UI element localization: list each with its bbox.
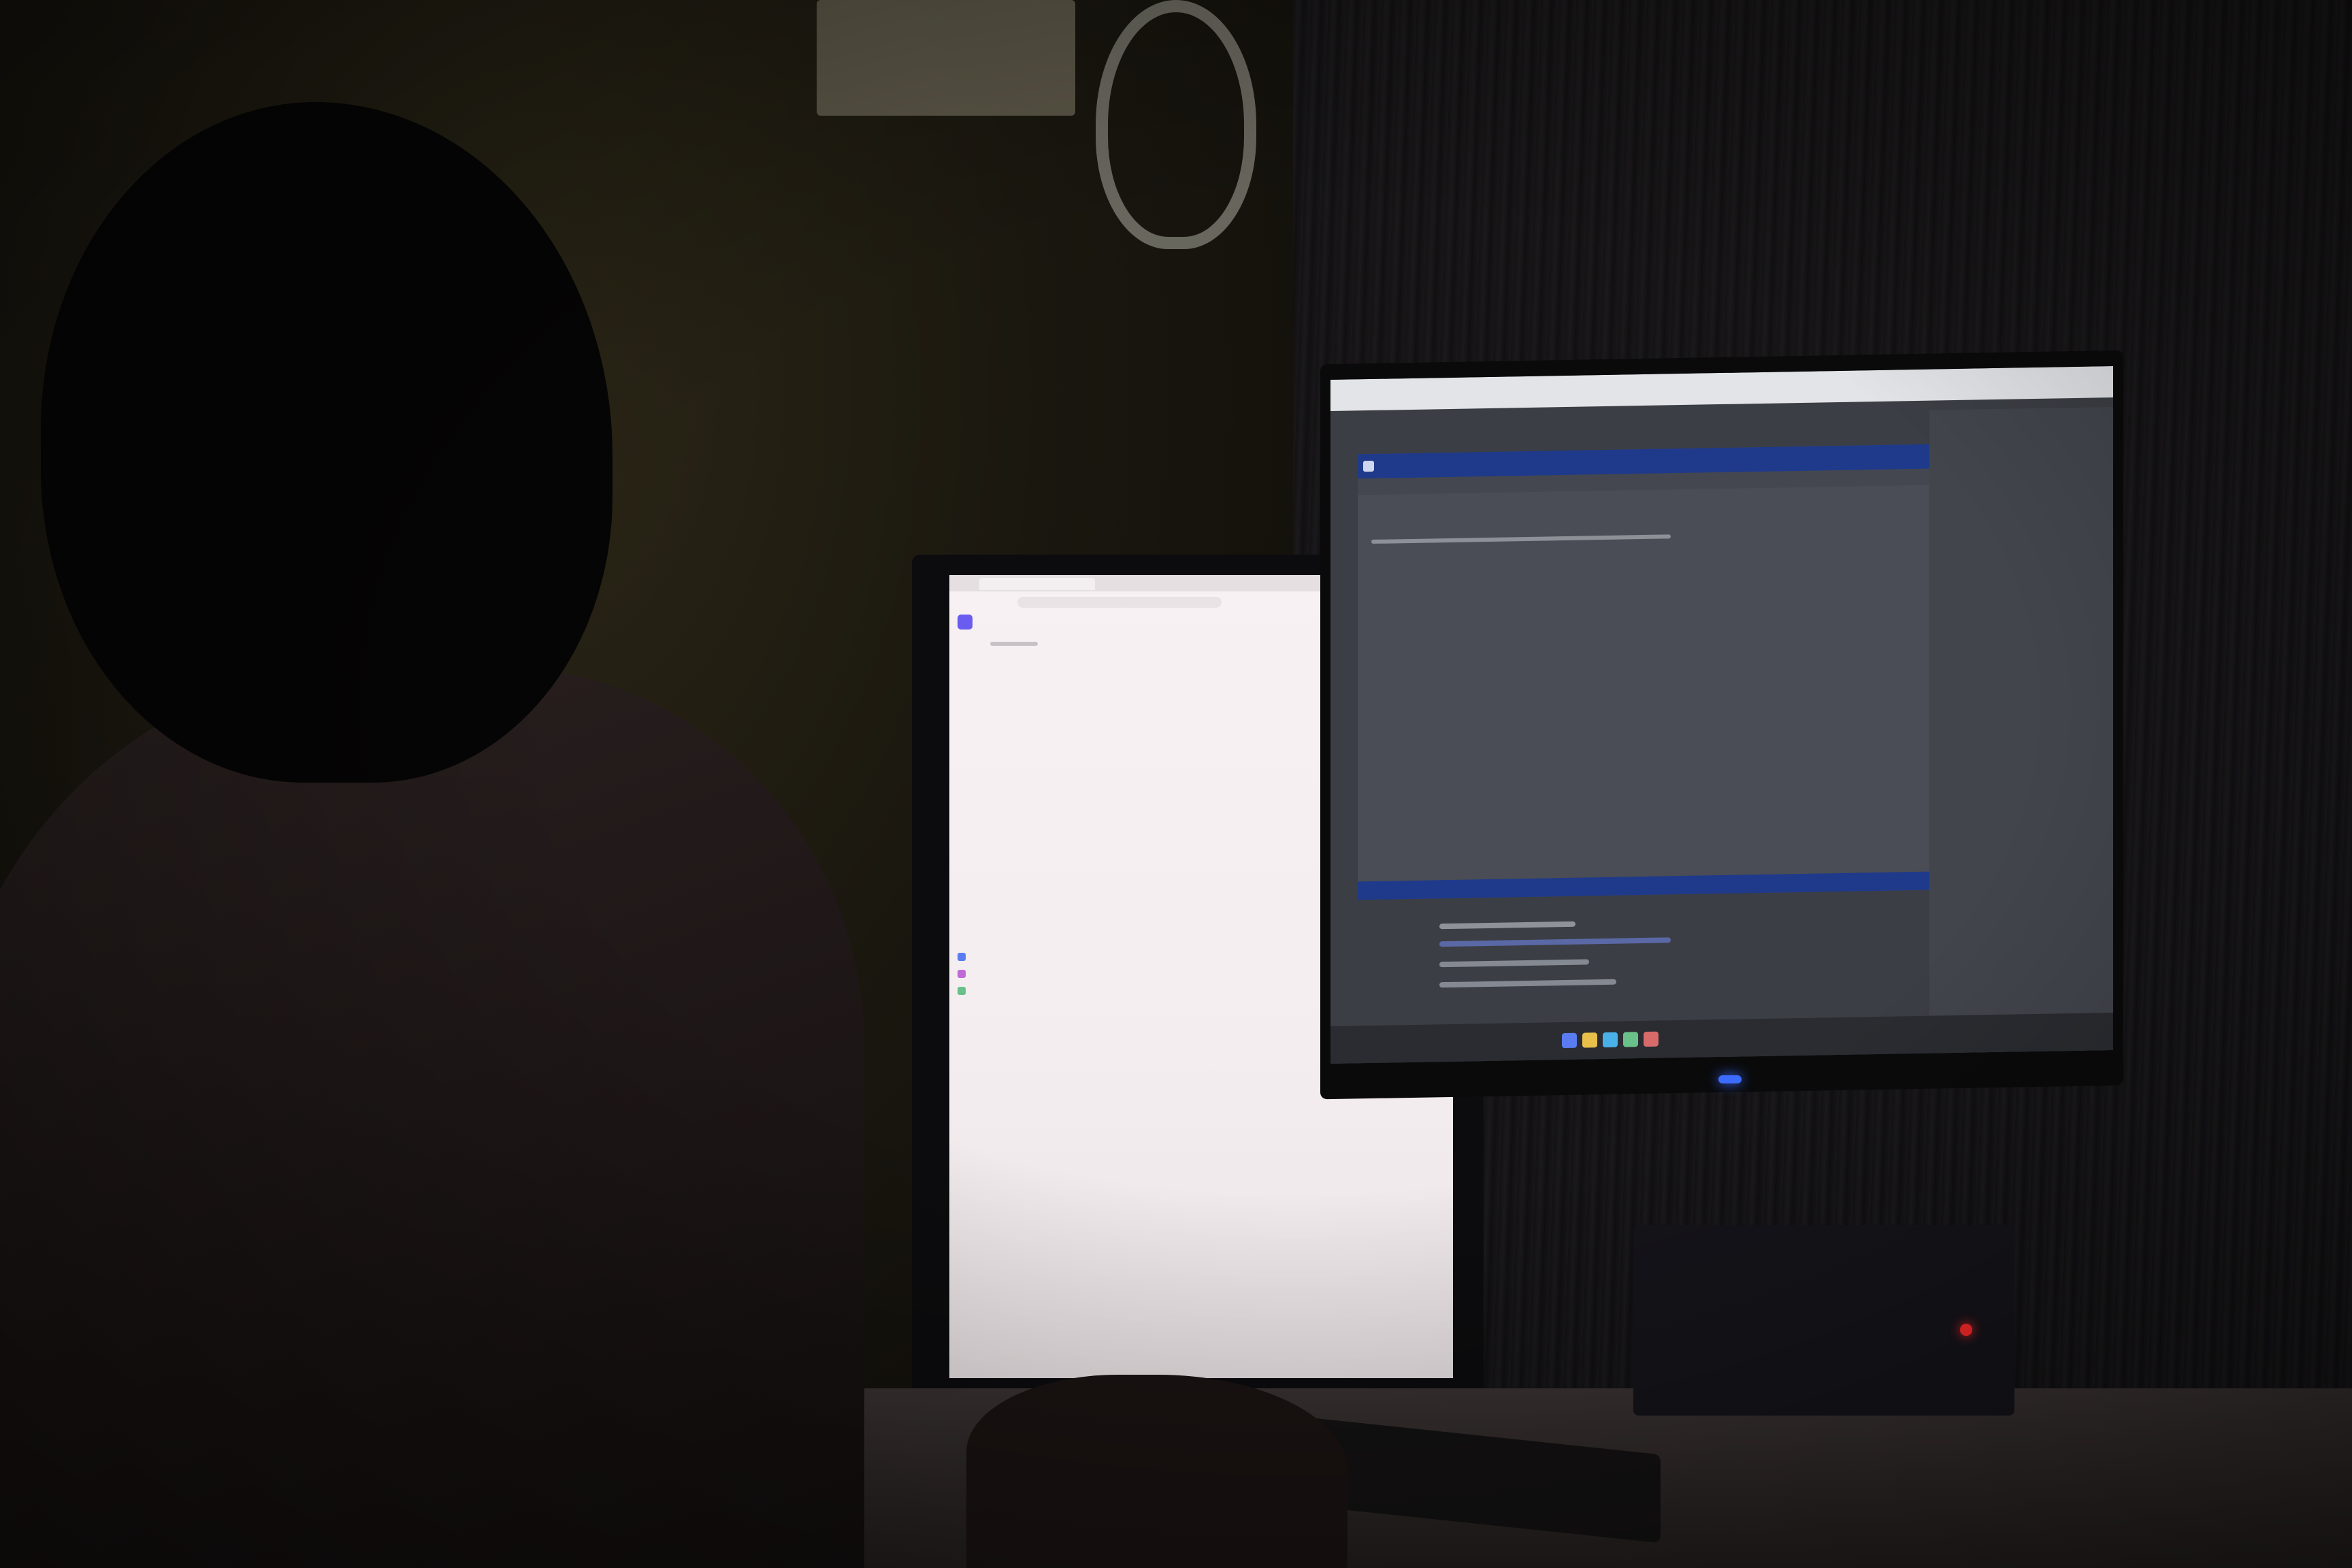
power-led — [1718, 1075, 1742, 1083]
sidebar-icon — [958, 987, 966, 995]
audio-interface — [1633, 1225, 2014, 1416]
landscape-monitor-screen — [1330, 365, 2113, 1064]
taskbar-app-icon — [1623, 1032, 1638, 1047]
chat-line — [1439, 959, 1589, 968]
wall-outlet — [817, 0, 1075, 116]
taskbar-app-icon — [1582, 1032, 1597, 1048]
taskbar-app-icon — [1562, 1032, 1577, 1049]
editor-status-bar — [1358, 871, 1929, 900]
coiled-cable — [1096, 0, 1256, 249]
app-icon — [1363, 460, 1374, 472]
hand-on-keyboard — [966, 1375, 1348, 1568]
taskbar-app-icon — [1603, 1032, 1618, 1048]
blurred-text — [990, 642, 1038, 646]
chat-link — [1439, 937, 1671, 947]
side-panel — [1929, 406, 2113, 1054]
sidebar-icon — [958, 970, 966, 978]
taskbar-app-icon — [1644, 1031, 1659, 1047]
sidebar-icon — [958, 953, 966, 961]
chat-line — [1439, 979, 1616, 988]
editor-window — [1358, 444, 1929, 900]
app-logo-icon — [958, 615, 973, 630]
chat-line — [1439, 921, 1575, 930]
browser-address-bar — [1017, 597, 1222, 608]
person-body — [0, 667, 864, 1568]
browser-tab — [979, 578, 1095, 590]
status-led — [1960, 1324, 1972, 1336]
code-line — [1371, 534, 1671, 544]
photo-scene — [0, 0, 2352, 1568]
